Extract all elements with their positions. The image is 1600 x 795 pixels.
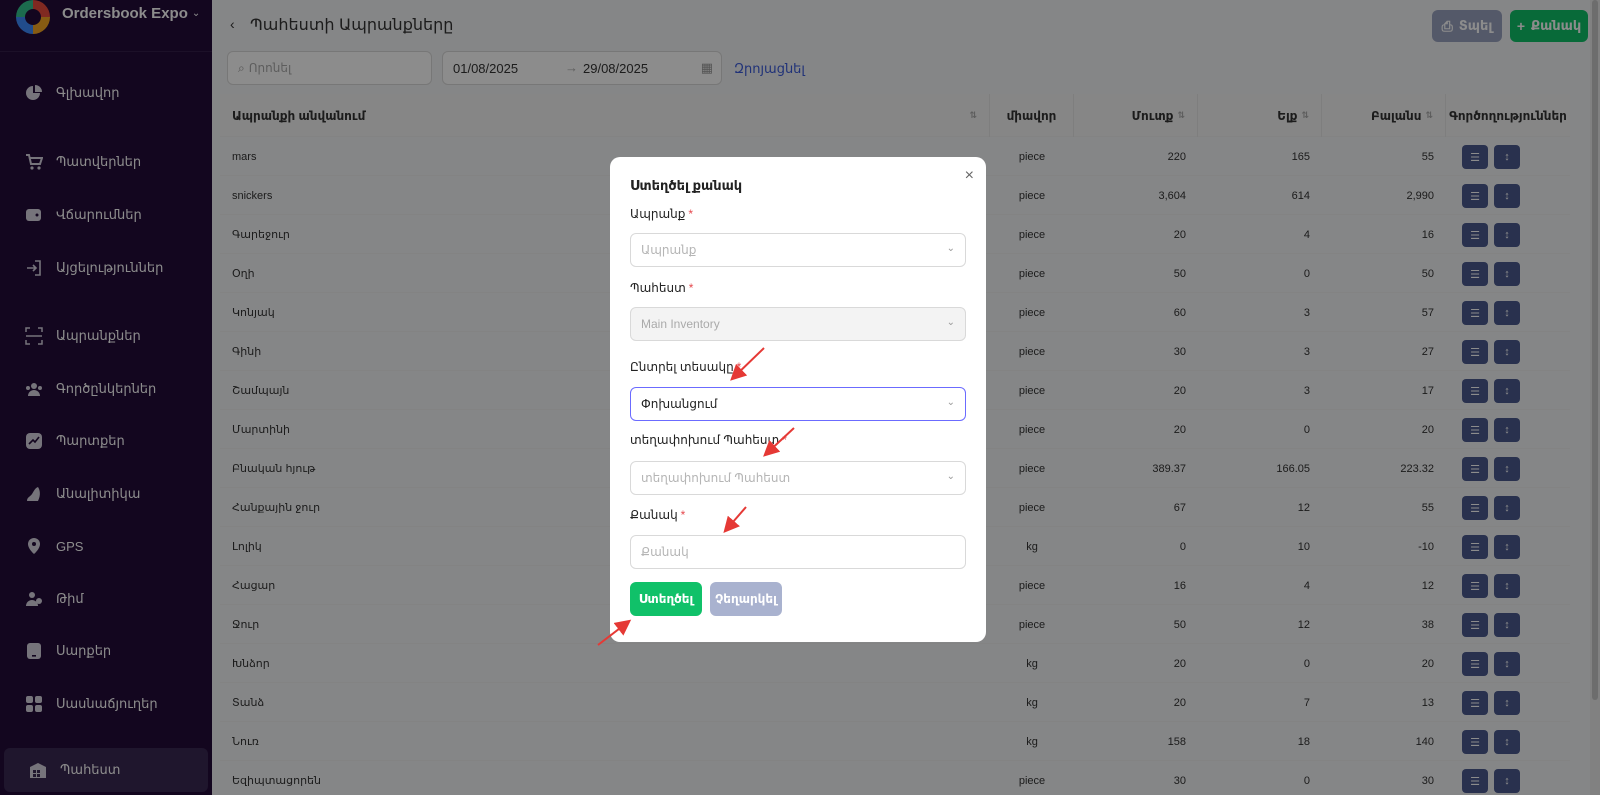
type-select[interactable]: Փոխանցում ⌄ <box>630 387 966 421</box>
required-mark: * <box>782 433 787 447</box>
close-icon[interactable]: × <box>965 167 974 185</box>
create-quantity-modal: × Ստեղծել քանակ Ապրանք * Ապրանք ⌄ Պահեստ *… <box>610 157 986 642</box>
quantity-input[interactable]: Քանակ <box>630 535 966 569</box>
required-mark: * <box>688 281 694 295</box>
chevron-down-icon: ⌄ <box>946 317 955 328</box>
required-mark: * <box>736 360 742 374</box>
product-select[interactable]: Ապրանք ⌄ <box>630 233 966 267</box>
product-label: Ապրանք * <box>630 207 694 221</box>
chevron-down-icon: ⌄ <box>946 397 955 408</box>
warehouse-label: Պահեստ * <box>630 281 694 295</box>
required-mark: * <box>680 508 686 522</box>
target-warehouse-select[interactable]: տեղափոխում Պահեստ ⌄ <box>630 461 966 495</box>
cancel-button[interactable]: Չեղարկել <box>710 582 782 616</box>
required-mark: * <box>688 207 694 221</box>
chevron-down-icon: ⌄ <box>946 243 955 254</box>
create-button[interactable]: Ստեղծել <box>630 582 702 616</box>
warehouse-select: Main Inventory ⌄ <box>630 307 966 341</box>
chevron-down-icon: ⌄ <box>946 471 955 482</box>
quantity-label: Քանակ * <box>630 508 686 522</box>
modal-title: Ստեղծել քանակ <box>630 178 743 193</box>
target-warehouse-label: տեղափոխում Պահեստ * <box>630 433 787 447</box>
type-label: Ընտրել տեսակը * <box>630 360 742 374</box>
